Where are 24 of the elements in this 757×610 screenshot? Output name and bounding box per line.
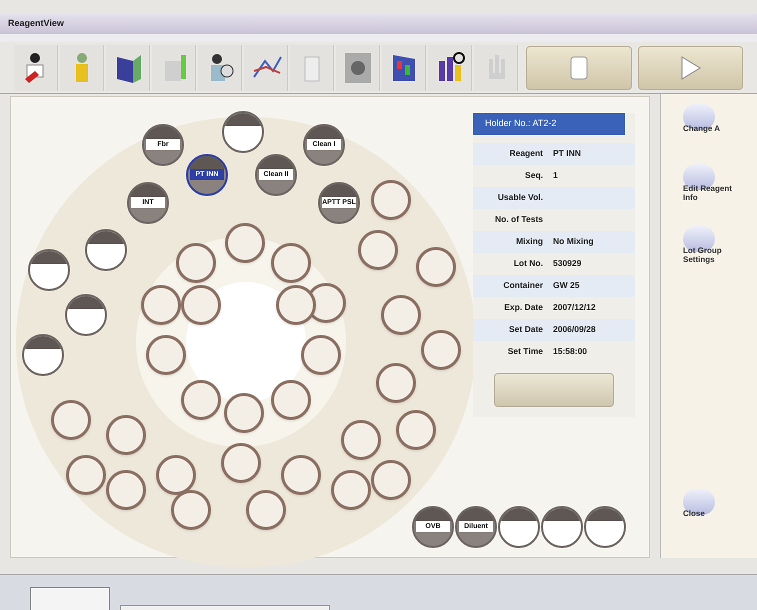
field-label: Lot No. — [512, 257, 543, 270]
holder-header: Holder No.: AT2-2 — [473, 113, 625, 134]
close-button[interactable]: Close — [683, 489, 743, 518]
field-value: 15:58:00 — [553, 345, 588, 358]
field-value: 2007/12/12 — [553, 301, 596, 314]
side-button[interactable]: Edit Reagent Info — [683, 164, 743, 202]
field-label: Exp. Date — [503, 301, 543, 314]
field-label: Usable Vol. — [496, 191, 543, 204]
field-label: Set Date — [508, 323, 543, 336]
field-value: 1 — [553, 169, 558, 182]
field-label: Seq. — [524, 169, 543, 182]
field-label: Container — [502, 279, 543, 292]
field-label: Reagent — [508, 147, 543, 160]
field-value: PT INN — [553, 147, 581, 160]
field-value: GW 25 — [553, 279, 580, 292]
field-label: No. of Tests — [494, 213, 543, 226]
window-title: ReagentView — [8, 17, 64, 30]
field-label: Set Time — [506, 345, 543, 358]
field-label: Mixing — [515, 235, 543, 248]
side-button[interactable]: Change A — [683, 104, 743, 133]
field-value: No Mixing — [553, 235, 594, 248]
field-value: 530929 — [553, 257, 582, 270]
side-button[interactable]: Lot Group Settings — [683, 226, 743, 264]
field-value: 2006/09/28 — [553, 323, 596, 336]
